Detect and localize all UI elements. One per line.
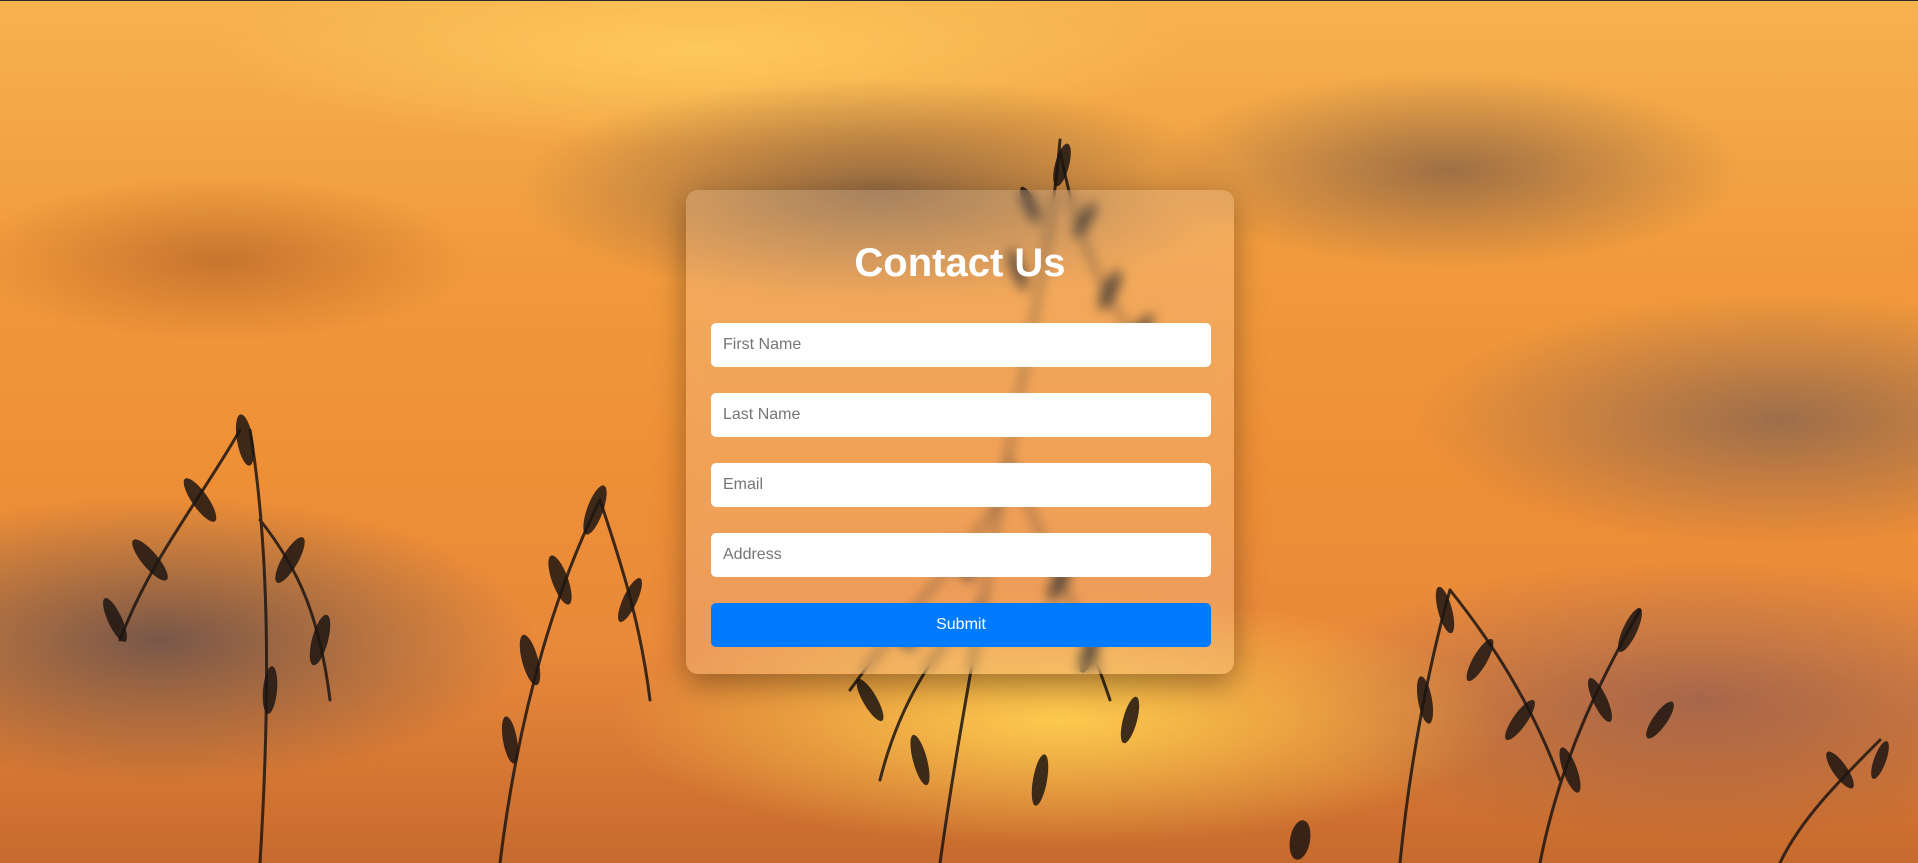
background-image: Contact Us Submit — [0, 0, 1918, 863]
contact-form-card: Contact Us Submit — [686, 190, 1234, 674]
first-name-input[interactable] — [711, 323, 1211, 367]
form-title: Contact Us — [854, 241, 1066, 285]
email-input[interactable] — [711, 463, 1211, 507]
submit-button[interactable]: Submit — [711, 603, 1211, 647]
address-input[interactable] — [711, 533, 1211, 577]
last-name-input[interactable] — [711, 393, 1211, 437]
